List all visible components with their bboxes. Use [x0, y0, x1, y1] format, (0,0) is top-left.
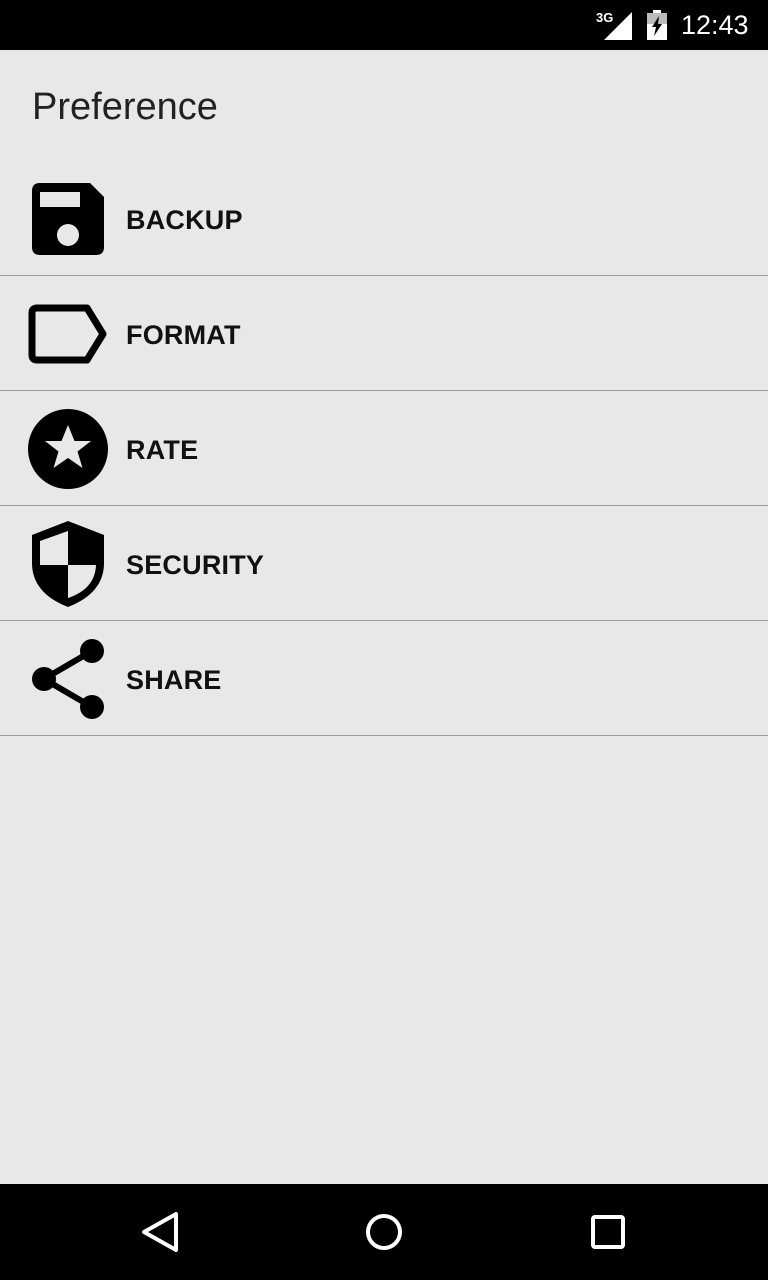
- star-circle-icon: [28, 409, 108, 489]
- list-item-label: SECURITY: [126, 550, 265, 580]
- recents-icon[interactable]: [584, 1208, 632, 1256]
- floppy-disk-icon: [28, 179, 108, 259]
- list-item-label: FORMAT: [126, 320, 241, 350]
- signal-icon: [604, 12, 632, 40]
- page-title: Preference: [32, 86, 218, 128]
- list-item-label: SHARE: [126, 665, 222, 695]
- list-item-rate[interactable]: RATE: [0, 391, 768, 506]
- back-icon[interactable]: [136, 1208, 184, 1256]
- list-item-label: BACKUP: [126, 205, 243, 235]
- battery-icon: [647, 10, 667, 40]
- list-item-format[interactable]: FORMAT: [0, 276, 768, 391]
- list-item-security[interactable]: SECURITY: [0, 506, 768, 621]
- share-icon: [28, 639, 108, 719]
- list-item-label: RATE: [126, 435, 199, 465]
- list-item-backup[interactable]: BACKUP: [0, 161, 768, 276]
- list-item-share[interactable]: SHARE: [0, 621, 768, 736]
- preference-list: BACKUP FORMAT RATE SECURITY SHARE: [0, 161, 768, 736]
- navigation-bar: [0, 1184, 768, 1280]
- home-icon[interactable]: [360, 1208, 408, 1256]
- clock: 12:43: [681, 10, 749, 40]
- shield-icon: [28, 521, 108, 607]
- status-bar: 3G 12:43: [0, 0, 768, 50]
- label-tag-icon: [28, 294, 108, 374]
